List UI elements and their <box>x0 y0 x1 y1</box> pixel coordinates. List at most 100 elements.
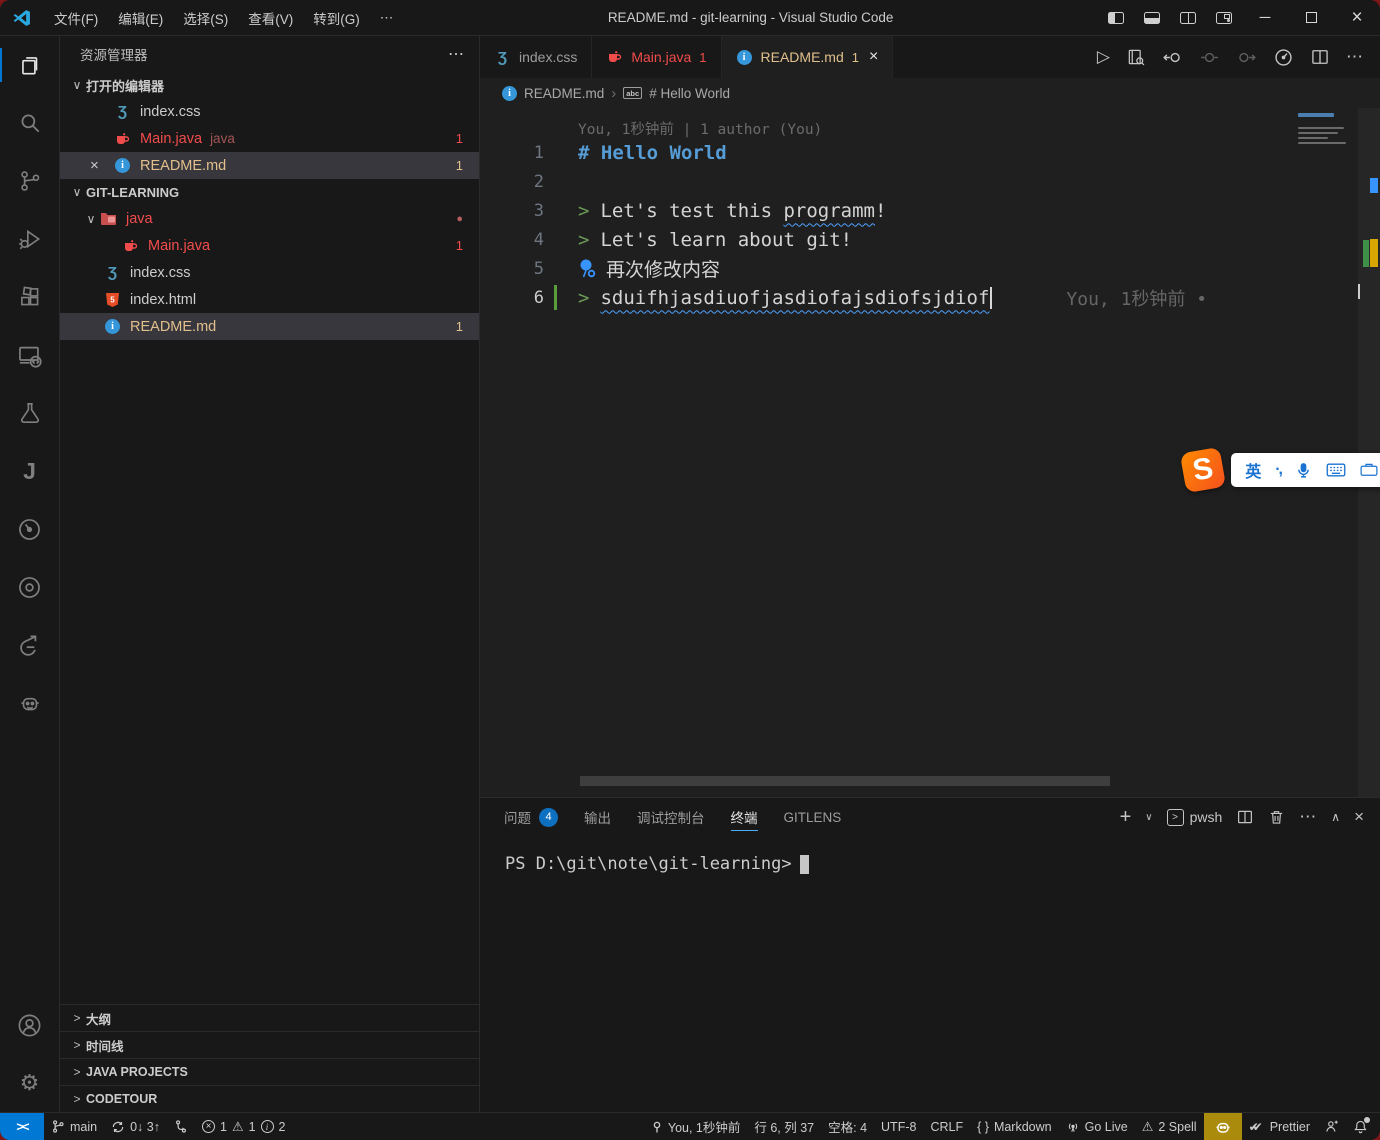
explorer-icon[interactable] <box>0 36 59 94</box>
minimize-button[interactable]: ─ <box>1242 0 1288 35</box>
timeline-section[interactable]: > 时间线 <box>60 1031 479 1058</box>
breadcrumb-symbol[interactable]: # Hello World <box>649 86 730 101</box>
breadcrumb-file[interactable]: README.md <box>524 86 604 101</box>
gitlens-icon[interactable] <box>0 500 59 558</box>
tab-output[interactable]: 输出 <box>584 798 611 836</box>
markdown-preview-icon[interactable] <box>1126 47 1146 67</box>
menu-selection[interactable]: 选择(S) <box>173 5 238 31</box>
cursor-position-item[interactable]: 行 6, 列 37 <box>747 1113 821 1140</box>
prettier-item[interactable]: ✔✔ Prettier <box>1242 1113 1317 1140</box>
menu-view[interactable]: 查看(V) <box>238 5 303 31</box>
microphone-icon[interactable] <box>1295 461 1312 480</box>
menu-goto[interactable]: 转到(G) <box>303 5 370 31</box>
eol: CRLF <box>930 1120 963 1134</box>
remote-indicator[interactable]: >< <box>0 1113 44 1140</box>
codetour-record-icon[interactable] <box>0 558 59 616</box>
language-mode-item[interactable]: { } Markdown <box>970 1113 1059 1140</box>
open-editor-readme-md[interactable]: × i README.md 1 <box>60 152 479 179</box>
ime-language-mode[interactable]: 英 <box>1245 458 1261 482</box>
ime-punctuation-mode[interactable]: ·, <box>1275 461 1281 479</box>
toggle-secondary-sidebar-icon[interactable] <box>1170 0 1206 35</box>
search-icon[interactable] <box>0 94 59 152</box>
testing-icon[interactable] <box>0 384 59 442</box>
ime-toolbox-icon[interactable] <box>1360 462 1378 478</box>
source-control-icon[interactable] <box>0 152 59 210</box>
previous-change-icon[interactable] <box>1162 47 1183 68</box>
encoding-item[interactable]: UTF-8 <box>874 1113 923 1140</box>
tab-main-java[interactable]: Main.java 1 <box>592 36 721 78</box>
panel-more-actions-icon[interactable]: ⋯ <box>1299 807 1317 827</box>
new-terminal-icon[interactable]: + <box>1120 806 1132 829</box>
split-editor-icon[interactable] <box>1310 47 1330 67</box>
tab-problem-badge: 1 <box>852 50 859 65</box>
java-projects-icon[interactable]: J <box>0 442 59 500</box>
horizontal-scrollbar[interactable] <box>580 776 1110 786</box>
tab-index-css[interactable]: Ʒ index.css <box>480 36 592 78</box>
notifications-item[interactable] <box>1346 1113 1380 1140</box>
kill-terminal-icon[interactable] <box>1268 808 1285 826</box>
tab-debug-console[interactable]: 调试控制台 <box>637 798 705 836</box>
open-editors-section-header[interactable]: ∨ 打开的编辑器 <box>60 72 479 98</box>
extensions-icon[interactable] <box>0 268 59 326</box>
explorer-more-actions-icon[interactable]: ⋯ <box>448 44 465 64</box>
customize-layout-icon[interactable] <box>1206 0 1242 35</box>
gitlens-status-item[interactable] <box>167 1113 195 1140</box>
tab-problems[interactable]: 问题 4 <box>504 798 558 836</box>
go-live-item[interactable]: Go Live <box>1059 1113 1135 1140</box>
tree-item-main-java[interactable]: Main.java 1 <box>60 232 479 259</box>
split-terminal-icon[interactable] <box>1236 808 1254 826</box>
java-projects-section[interactable]: > JAVA PROJECTS <box>60 1058 479 1085</box>
terminal-content[interactable]: PS D:\git\note\git-learning> <box>480 836 1380 1112</box>
codetour-section[interactable]: > CODETOUR <box>60 1085 479 1112</box>
spell-checker-item[interactable]: ⚠ 2 Spell <box>1135 1113 1204 1140</box>
close-panel-icon[interactable]: × <box>1354 807 1364 827</box>
next-change-icon[interactable] <box>1236 47 1257 68</box>
more-actions-icon[interactable]: ⋯ <box>1346 47 1364 67</box>
remote-explorer-icon[interactable] <box>0 326 59 384</box>
tree-item-readme-md[interactable]: i README.md 1 <box>60 313 479 340</box>
maximize-panel-icon[interactable]: ∧ <box>1331 810 1340 824</box>
run-debug-icon[interactable] <box>0 210 59 268</box>
blame-status-item[interactable]: You, 1秒钟前 <box>644 1113 748 1140</box>
accounts-icon[interactable] <box>0 996 59 1054</box>
menu-more[interactable]: ⋯ <box>370 5 404 31</box>
open-editor-main-java[interactable]: Main.java java 1 <box>60 125 479 152</box>
menu-edit[interactable]: 编辑(E) <box>108 5 173 31</box>
virtual-keyboard-icon[interactable] <box>1326 462 1346 478</box>
close-window-button[interactable]: × <box>1334 0 1380 35</box>
close-tab-icon[interactable]: × <box>869 48 878 66</box>
terminal-shell-item[interactable]: > pwsh <box>1167 809 1223 826</box>
tab-gitlens[interactable]: GITLENS <box>784 798 842 836</box>
ai-assistant-icon[interactable] <box>0 674 59 732</box>
toggle-panel-icon[interactable] <box>1134 0 1170 35</box>
robot-icon <box>1213 1117 1233 1137</box>
feedback-item[interactable] <box>1317 1113 1346 1140</box>
maximize-button[interactable] <box>1288 0 1334 35</box>
git-sync-item[interactable]: 0↓ 3↑ <box>104 1113 167 1140</box>
minimap[interactable] <box>1298 113 1354 147</box>
settings-gear-icon[interactable]: ⚙ <box>0 1054 59 1112</box>
tree-item-index-html[interactable]: 5 index.html <box>60 286 479 313</box>
git-branch-item[interactable]: main <box>44 1113 104 1140</box>
menu-file[interactable]: 文件(F) <box>44 5 108 31</box>
gitlens-graph-icon[interactable] <box>1273 47 1294 68</box>
indentation-item[interactable]: 空格: 4 <box>821 1113 874 1140</box>
run-file-icon[interactable]: ▷ <box>1097 47 1110 67</box>
toggle-sidebar-icon[interactable] <box>1098 0 1134 35</box>
tree-item-java-folder[interactable]: ∨ java ● <box>60 205 479 232</box>
tab-readme-md[interactable]: i README.md 1 × <box>722 36 894 78</box>
tree-item-index-css[interactable]: Ʒ index.css <box>60 259 479 286</box>
sogou-logo-icon[interactable]: S <box>1180 447 1226 493</box>
tab-terminal[interactable]: 终端 <box>731 798 758 836</box>
eol-item[interactable]: CRLF <box>923 1113 970 1140</box>
outline-section[interactable]: > 大纲 <box>60 1004 479 1031</box>
close-editor-icon[interactable]: × <box>90 157 114 174</box>
current-change-icon[interactable] <box>1199 47 1220 68</box>
problems-status-item[interactable]: × 1 ⚠ 1 i 2 <box>195 1113 293 1140</box>
ai-extension-item[interactable] <box>1204 1113 1242 1140</box>
terminal-dropdown-icon[interactable]: ∨ <box>1145 812 1152 823</box>
open-editor-index-css[interactable]: Ʒ index.css <box>60 98 479 125</box>
git-graph-icon[interactable] <box>0 616 59 674</box>
folder-icon <box>100 211 117 226</box>
workspace-section-header[interactable]: ∨ GIT-LEARNING <box>60 179 479 205</box>
